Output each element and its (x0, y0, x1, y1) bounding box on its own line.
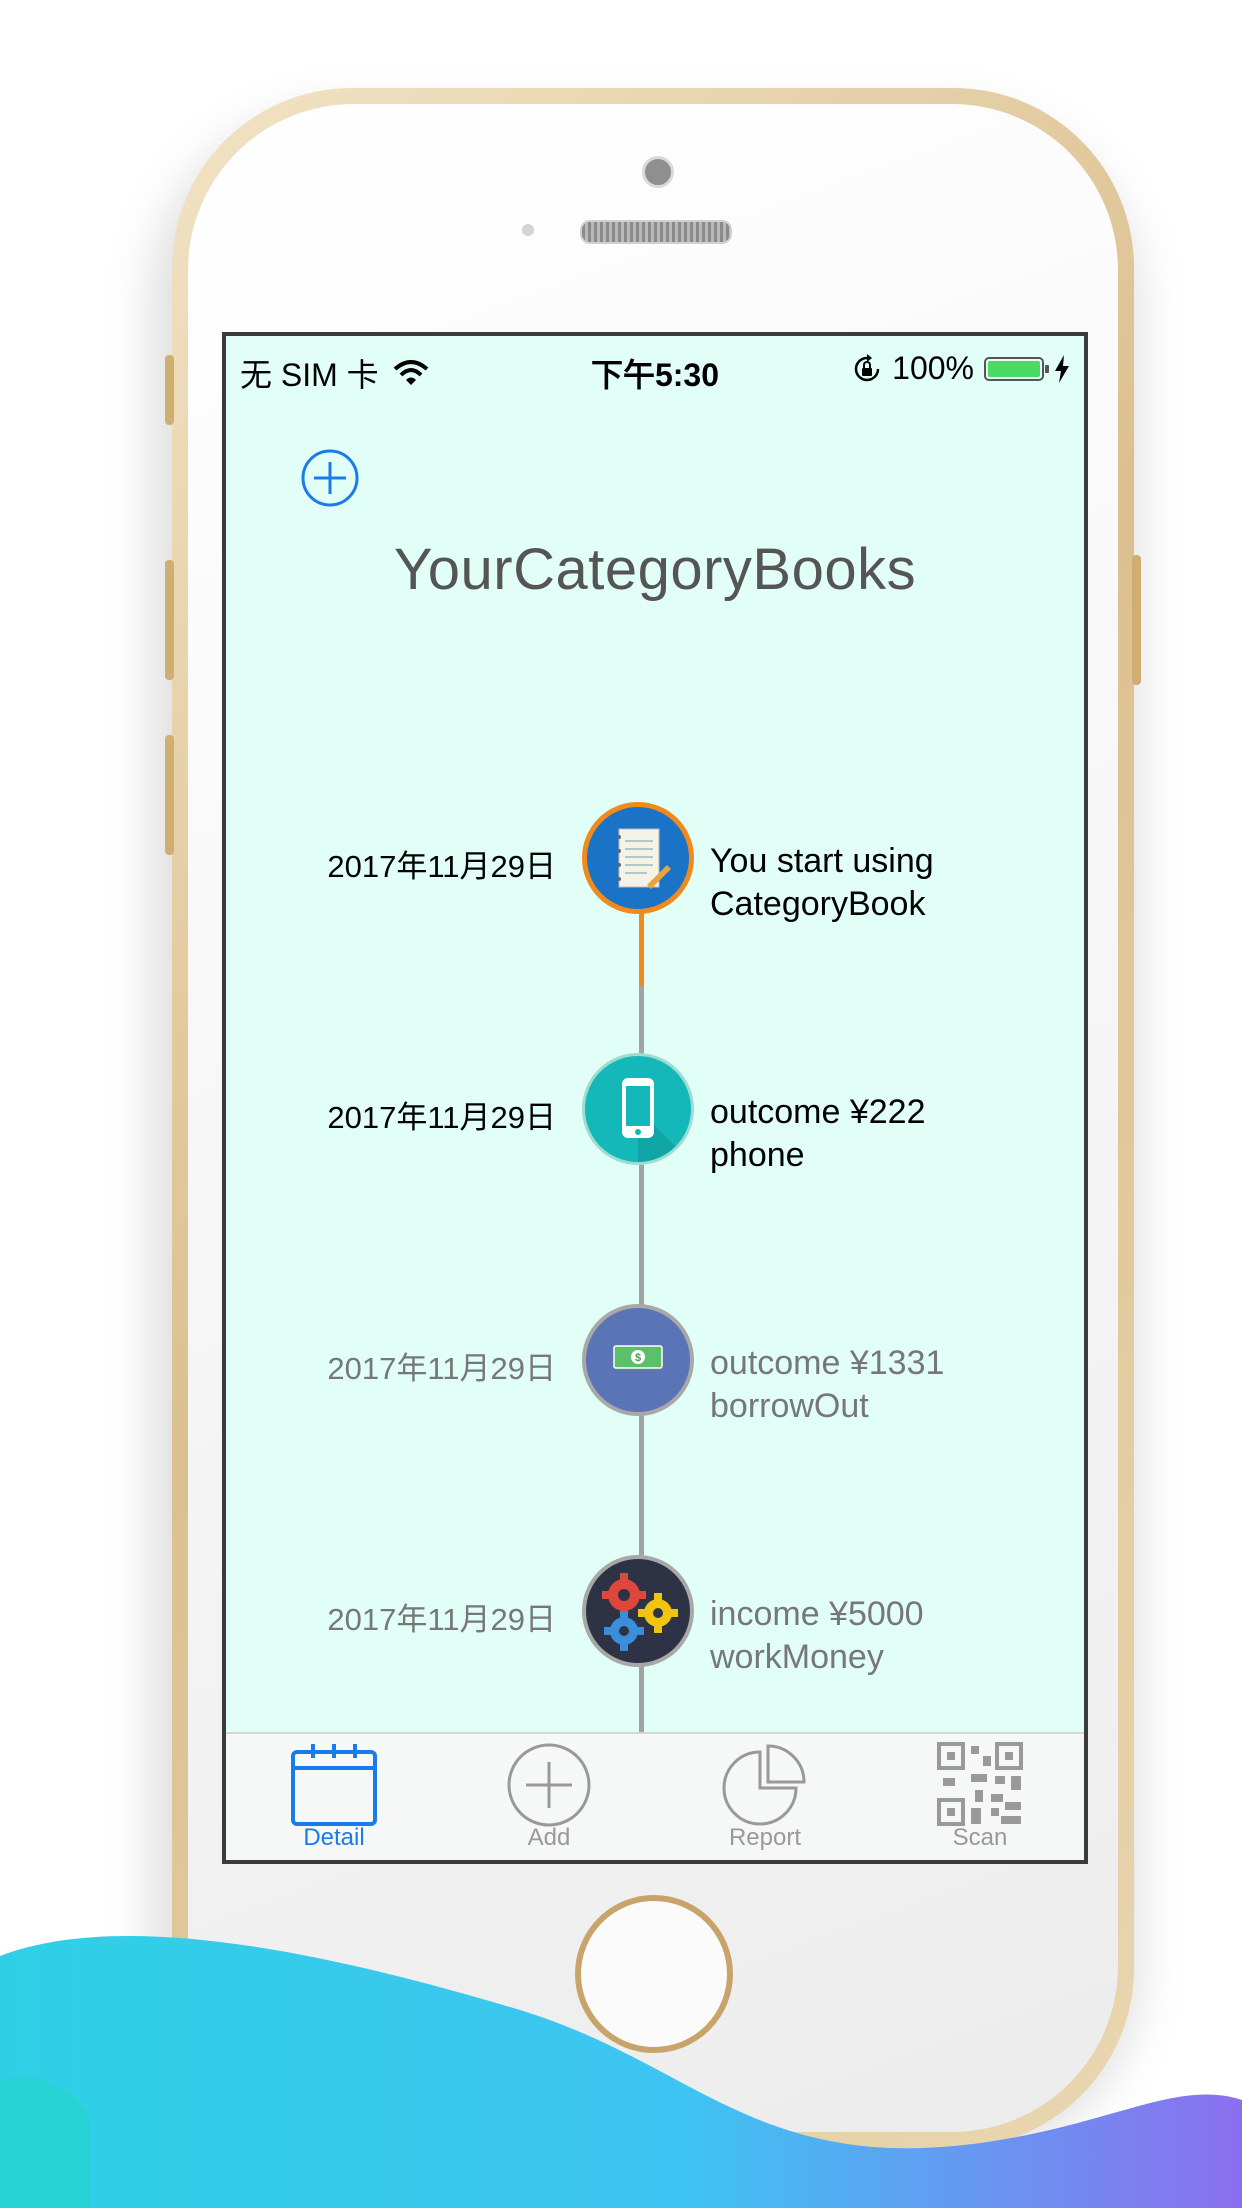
earpiece-speaker (580, 220, 732, 244)
mute-switch (165, 355, 174, 425)
front-camera (642, 156, 674, 188)
tab-bar: Detail Add Report Scan (226, 1732, 1084, 1860)
entry-category: workMoney (710, 1638, 884, 1676)
notebook-icon (617, 828, 671, 889)
entry-category: phone (710, 1136, 805, 1174)
qr-code-icon (937, 1742, 1023, 1826)
battery-percent: 100% (892, 350, 974, 386)
timeline-date: 2017年11月29日 (327, 1100, 556, 1135)
app-screen: 无 SIM 卡 下午5:30 100% YourCategoryBooks 20… (222, 332, 1088, 1864)
timeline-entry-text: income ¥5000 workMoney (710, 1593, 1070, 1679)
status-bar: 无 SIM 卡 下午5:30 100% (226, 336, 1084, 396)
tab-label: Detail (303, 1824, 365, 1851)
gears-icon (602, 1573, 678, 1651)
timeline-entry-workmoney[interactable] (582, 1555, 694, 1667)
svg-text:$: $ (635, 1352, 641, 1364)
tab-label: Add (527, 1824, 571, 1851)
entry-title: You start using (710, 842, 934, 880)
timeline-entry-text: outcome ¥1331 borrowOut (710, 1342, 1070, 1428)
entry-category: borrowOut (710, 1387, 869, 1425)
cash-icon: $ (613, 1345, 663, 1370)
entry-category: CategoryBook (710, 885, 926, 923)
decorative-wave (0, 1936, 1242, 2208)
volume-down-button (165, 735, 174, 855)
power-button (1132, 555, 1141, 685)
tab-add[interactable]: Add (479, 1742, 619, 1860)
timeline-date: 2017年11月29日 (327, 1602, 556, 1637)
timeline-date: 2017年11月29日 (327, 1351, 556, 1386)
timeline-date: 2017年11月29日 (327, 849, 556, 884)
entry-title: income ¥5000 (710, 1595, 924, 1633)
rotation-lock-icon (854, 353, 880, 381)
charging-icon (1055, 354, 1069, 383)
tab-scan[interactable]: Scan (910, 1742, 1050, 1860)
timeline-entry-borrowout[interactable]: $ (582, 1304, 694, 1416)
entry-title: outcome ¥1331 (710, 1344, 945, 1382)
pie-chart-icon (722, 1744, 806, 1826)
phone-icon (622, 1078, 691, 1162)
calendar-icon (291, 1744, 377, 1826)
entry-title: outcome ¥222 (710, 1093, 926, 1131)
battery-icon (984, 356, 1049, 381)
timeline-entry-text: You start using CategoryBook (710, 840, 1070, 926)
tab-label: Report (728, 1824, 802, 1851)
tab-detail[interactable]: Detail (264, 1742, 404, 1860)
timeline-entry-start[interactable] (582, 802, 694, 914)
timeline-entry-phone[interactable] (582, 1053, 694, 1165)
page-title: YourCategoryBooks (393, 537, 917, 602)
add-book-button[interactable] (301, 449, 359, 507)
tab-label: Scan (952, 1824, 1008, 1851)
volume-up-button (165, 560, 174, 680)
tab-report[interactable]: Report (695, 1742, 835, 1860)
proximity-sensor (522, 224, 534, 236)
timeline-entry-text: outcome ¥222 phone (710, 1091, 1070, 1177)
plus-circle-icon (507, 1743, 591, 1827)
